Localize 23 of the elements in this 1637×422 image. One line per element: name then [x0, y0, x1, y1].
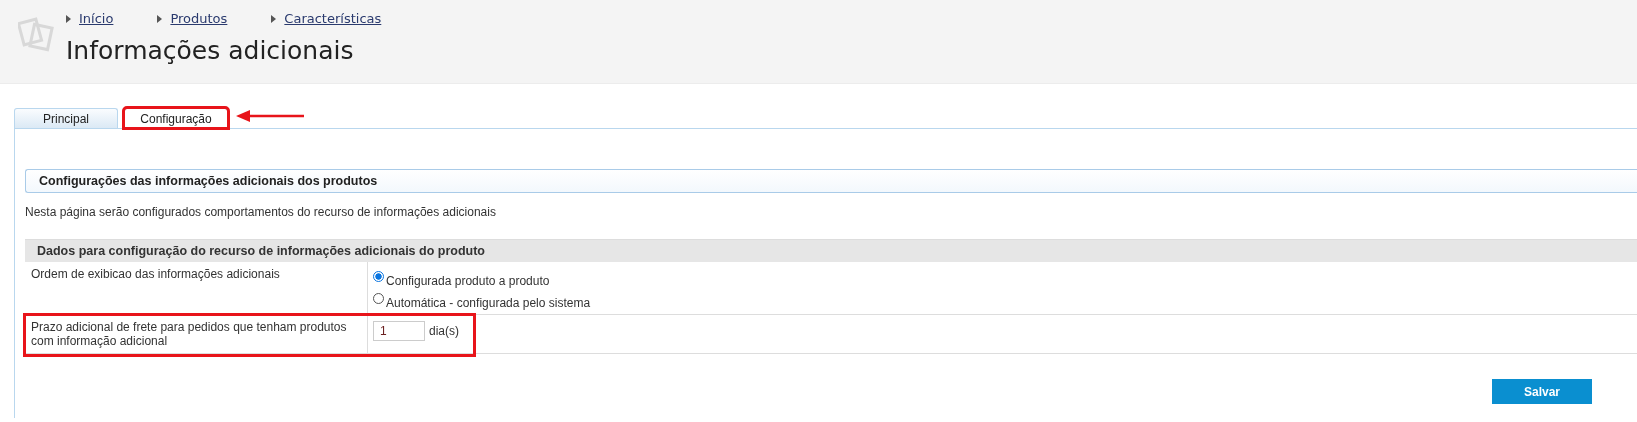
radio-label: Automática - configurada pelo sistema: [386, 296, 591, 310]
breadcrumb-link[interactable]: Início: [79, 11, 114, 26]
unit-label: dia(s): [429, 324, 459, 338]
breadcrumb-link[interactable]: Características: [284, 11, 382, 26]
radio-button[interactable]: [373, 271, 384, 282]
arrow-icon: [236, 110, 304, 122]
caret-icon: [157, 14, 163, 23]
radio-label: Configurada produto a produto: [386, 274, 550, 288]
caret-icon: [66, 14, 71, 23]
pages-icon: [18, 16, 54, 52]
radio-button[interactable]: [373, 293, 384, 304]
section-header: Configurações das informações adicionais dos produtos: [25, 169, 1637, 193]
breadcrumb-link[interactable]: Produtos: [170, 11, 228, 26]
tab[interactable]: Principal: [14, 108, 118, 128]
table-heading: Dados para configuração do recurso de informações adicionais do produto: [25, 239, 1637, 262]
caret-icon: [271, 14, 277, 23]
page-title: Informações adicionais: [66, 36, 355, 65]
number-field[interactable]: 1: [373, 321, 425, 341]
tab[interactable]: Configuração: [124, 108, 228, 128]
save-button[interactable]: Salvar: [1492, 379, 1592, 404]
field-label: Ordem de exibicao das informações adicionais: [31, 267, 280, 281]
description-text: Nesta página serão configurados comportamentos do recurso de informações adicionais: [25, 205, 497, 219]
field-label: Prazo adicional de frete para pedidos que tenham produtos com informação adicional: [31, 320, 347, 348]
